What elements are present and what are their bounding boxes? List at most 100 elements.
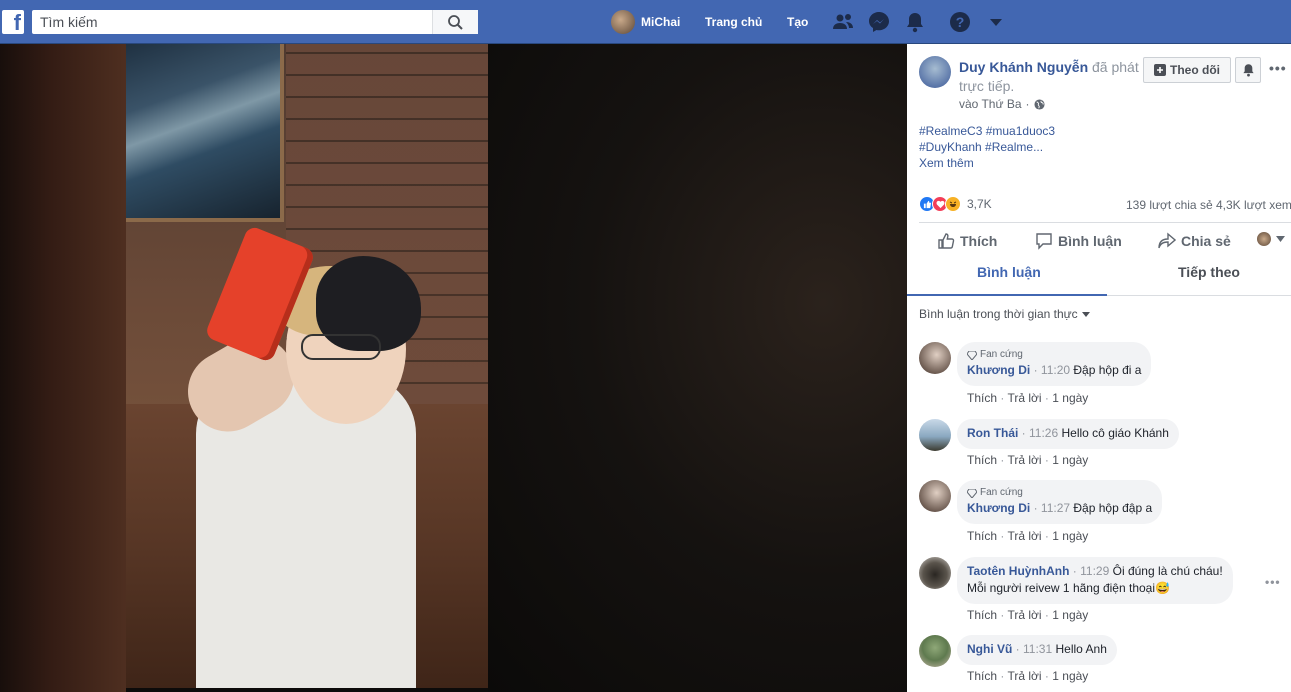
comment-age[interactable]: 1 ngày (1052, 391, 1088, 405)
video-blur-left (0, 44, 126, 692)
diamond-icon (967, 350, 977, 360)
comment-time[interactable]: 11:29 (1080, 564, 1109, 578)
comment-meta: Thích · Trả lời · 1 ngày (967, 391, 1089, 405)
commenter-avatar[interactable] (919, 342, 951, 374)
reactions-summary[interactable]: 3,7K (919, 196, 992, 212)
commenter-avatar[interactable] (919, 557, 951, 589)
fan-badge: Fan cứng (967, 348, 1141, 362)
post-panel: Duy Khánh Nguyễn đã phát trực tiếp. vào … (907, 44, 1291, 692)
comment-age[interactable]: 1 ngày (1052, 669, 1088, 683)
comment-like-link[interactable]: Thích (967, 453, 997, 467)
follow-plus-icon (1154, 64, 1166, 76)
caret-down-icon (1081, 311, 1090, 317)
comment-reply-link[interactable]: Trả lời (1007, 608, 1041, 622)
account-menu-button[interactable] (984, 10, 1008, 34)
post-actions: Thích Bình luận Chia sẻ (907, 232, 1291, 258)
live-video-player[interactable] (0, 44, 907, 692)
comment-text: Ôi đúng là chú cháu! (1112, 564, 1223, 578)
comment-bubble: Nghi Vũ · 11:31 Hello Anh (957, 635, 1117, 665)
globe-icon (1033, 98, 1045, 110)
commenter-name[interactable]: Taotên HuỳnhAnh (967, 564, 1069, 578)
post-hashtags: #RealmeC3 #mua1duoc3 #DuyKhanh #Realme..… (919, 123, 1055, 171)
avatar (611, 10, 635, 34)
hashtags-line-2[interactable]: #DuyKhanh #Realme... (919, 139, 1055, 155)
comment-more-icon[interactable]: ••• (1265, 575, 1281, 589)
comment-age[interactable]: 1 ngày (1052, 453, 1088, 467)
share-arrow-icon (1158, 232, 1176, 249)
share-view-stats[interactable]: 139 lượt chia sẻ 4,3K lượt xem (1126, 198, 1291, 212)
comment-reply-link[interactable]: Trả lời (1007, 391, 1041, 405)
more-options-icon[interactable]: ••• (1269, 60, 1287, 76)
comment-age[interactable]: 1 ngày (1052, 529, 1088, 543)
comment-like-link[interactable]: Thích (967, 391, 997, 405)
comment-text: Hello cô giáo Khánh (1061, 426, 1169, 440)
comment-text-line-2: Mỗi người reivew 1 hãng điện thoại😅 (967, 581, 1170, 595)
see-more-link[interactable]: Xem thêm (919, 155, 1055, 171)
comment-age[interactable]: 1 ngày (1052, 608, 1088, 622)
help-button[interactable]: ? (948, 10, 972, 34)
notification-toggle-button[interactable] (1235, 57, 1261, 83)
diamond-icon (967, 488, 977, 498)
create-link[interactable]: Tạo (787, 0, 808, 44)
comment-meta: Thích · Trả lời · 1 ngày (967, 529, 1089, 543)
comment-filter-dropdown[interactable]: Bình luận trong thời gian thực (919, 307, 1090, 321)
comment-reply-link[interactable]: Trả lời (1007, 453, 1041, 467)
commenter-name[interactable]: Ron Thái (967, 426, 1018, 440)
tab-next[interactable]: Tiếp theo (1178, 264, 1240, 280)
comment-button[interactable]: Bình luận (1035, 232, 1122, 250)
comment-time[interactable]: 11:27 (1041, 501, 1070, 515)
comment-like-link[interactable]: Thích (967, 669, 997, 683)
profile-link[interactable]: MiChai (611, 0, 680, 44)
comment-meta: Thích · Trả lời · 1 ngày (967, 608, 1089, 622)
top-bar: f MiChai Trang chủ Tạo (0, 0, 1291, 44)
hashtags-line-1[interactable]: #RealmeC3 #mua1duoc3 (919, 123, 1055, 139)
comment-like-link[interactable]: Thích (967, 608, 997, 622)
comment-text: Đập hộp đập a (1073, 501, 1153, 515)
commenter-avatar[interactable] (919, 419, 951, 451)
post-time[interactable]: vào Thứ Ba · (959, 97, 1045, 111)
home-link[interactable]: Trang chủ (705, 0, 762, 44)
video-frame (126, 44, 488, 688)
fan-badge: Fan cứng (967, 486, 1152, 500)
active-tab-indicator (907, 294, 1107, 296)
comment-text: Đập hộp đi a (1073, 363, 1142, 377)
commenter-name[interactable]: Khương Di (967, 363, 1030, 377)
comment-bubble: Ron Thái · 11:26 Hello cô giáo Khánh (957, 419, 1179, 449)
commenter-name[interactable]: Nghi Vũ (967, 642, 1012, 656)
like-button[interactable]: Thích (937, 232, 997, 250)
comment-time[interactable]: 11:20 (1041, 363, 1070, 377)
comment-bubble: Fan cứng Khương Di · 11:27 Đập hộp đập a (957, 480, 1163, 524)
tab-comments[interactable]: Bình luận (977, 264, 1041, 280)
bell-icon (1242, 64, 1254, 77)
help-icon: ? (950, 12, 970, 32)
caret-down-icon (990, 19, 1002, 26)
commenter-name[interactable]: Khương Di (967, 501, 1030, 515)
commenter-avatar[interactable] (919, 635, 951, 667)
bell-icon (907, 13, 923, 33)
reaction-count: 3,7K (967, 197, 992, 211)
post-as-selector[interactable] (1257, 232, 1285, 246)
friend-requests-button[interactable] (831, 10, 855, 34)
author-name[interactable]: Duy Khánh Nguyễn (959, 59, 1088, 75)
comment-like-link[interactable]: Thích (967, 529, 997, 543)
search-input[interactable] (38, 12, 428, 32)
facebook-logo-icon[interactable]: f (2, 10, 24, 34)
comment-time[interactable]: 11:31 (1023, 642, 1052, 656)
messenger-button[interactable] (867, 10, 891, 34)
author-avatar[interactable] (919, 56, 951, 88)
comment-reply-link[interactable]: Trả lời (1007, 529, 1041, 543)
comment-bubble: Taotên HuỳnhAnh · 11:29 Ôi đúng là chú c… (957, 557, 1233, 604)
search-button[interactable] (432, 10, 478, 34)
comment-meta: Thích · Trả lời · 1 ngày (967, 669, 1089, 683)
commenter-avatar[interactable] (919, 480, 951, 512)
notifications-button[interactable] (903, 10, 927, 34)
search-box (32, 10, 478, 34)
comment-reply-link[interactable]: Trả lời (1007, 669, 1041, 683)
panel-tabs: Bình luận Tiếp theo (907, 258, 1291, 296)
share-button[interactable]: Chia sẻ (1158, 232, 1231, 250)
comment-meta: Thích · Trả lời · 1 ngày (967, 453, 1089, 467)
follow-button[interactable]: Theo dõi (1143, 57, 1231, 83)
painting-image (126, 44, 284, 222)
comment-time[interactable]: 11:26 (1029, 426, 1058, 440)
search-icon (448, 15, 463, 30)
